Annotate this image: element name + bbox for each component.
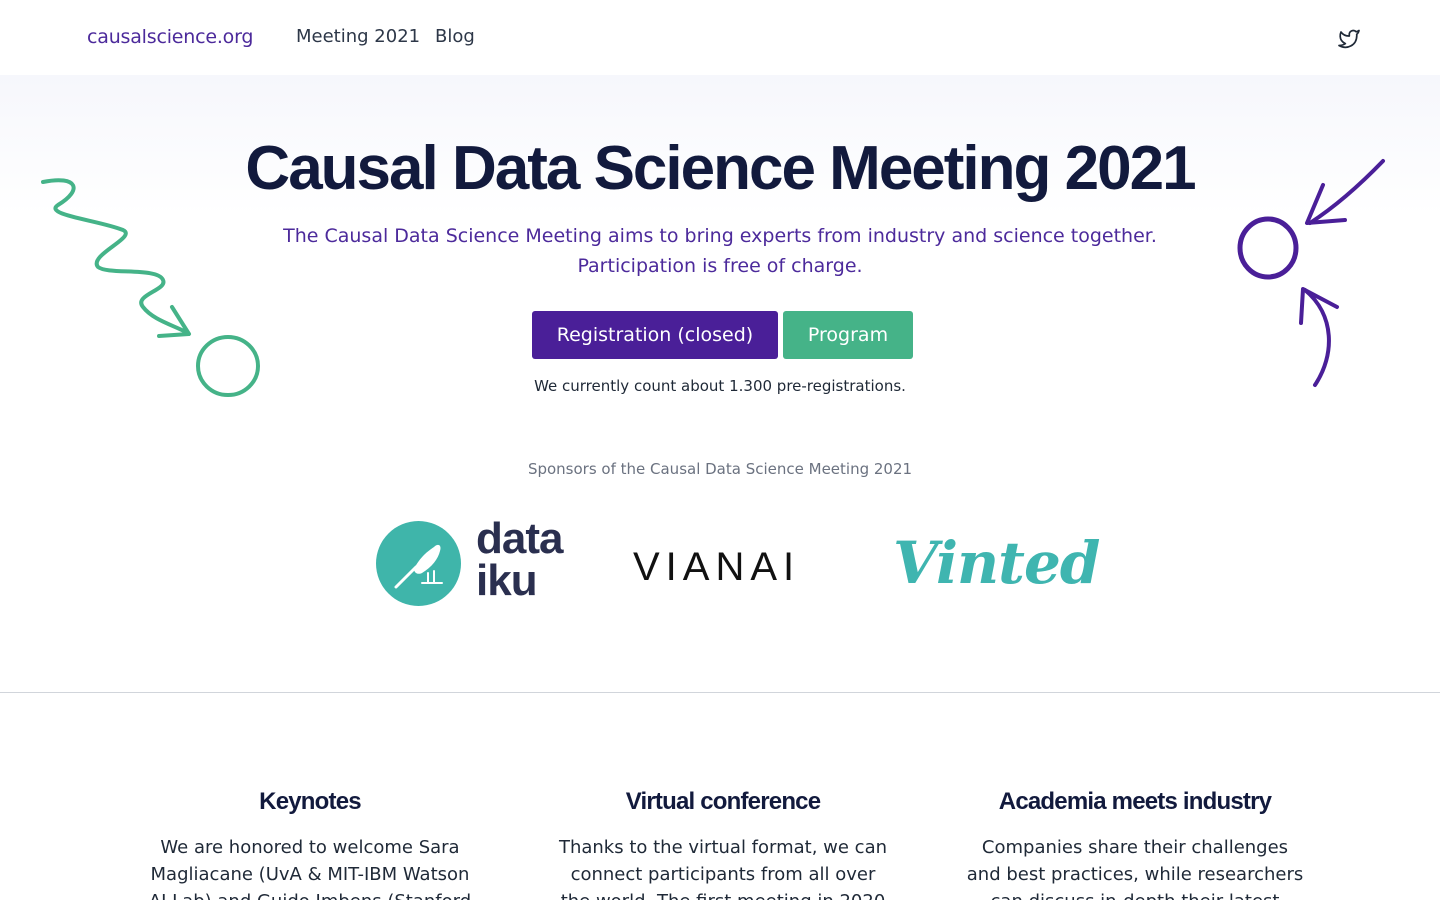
dataiku-logo[interactable]: data iku [376,517,576,608]
nav-link-blog[interactable]: Blog [435,26,475,47]
twitter-bird-icon [1338,29,1360,49]
section-divider [0,692,1440,693]
feature-text: Companies share their challenges and bes… [966,837,1304,900]
feature-title: Keynotes [259,788,361,815]
nav-link-meeting-2021[interactable]: Meeting 2021 [296,26,420,47]
brand-link[interactable]: causalscience.org [87,26,253,48]
feature-virtual-conference: Virtual conference Thanks to the virtual… [553,788,893,900]
dataiku-wordmark: data iku [476,517,563,605]
sponsors-heading: Sponsors of the Causal Data Science Meet… [527,460,913,478]
feature-title: Academia meets industry [998,788,1272,815]
vinted-logo[interactable]: Vinted [893,529,1100,597]
dataiku-wordmark-line-2: iku [476,556,538,605]
vianai-logo[interactable]: VIANAI [633,545,800,590]
feature-title: Virtual conference [625,788,821,815]
hero-subtitle-line-2: Participation is free of charge. [577,255,863,277]
dataiku-bird-icon [376,521,461,606]
registration-button[interactable]: Registration (closed) [532,311,778,359]
hero-section: Causal Data Science Meeting 2021 The Cau… [0,75,1440,693]
feature-text: Thanks to the virtual format, we can con… [558,837,888,900]
top-navbar: causalscience.org Meeting 2021 Blog [0,0,1440,75]
feature-keynotes: Keynotes We are honored to welcome Sara … [140,788,480,900]
feature-academia-industry: Academia meets industry Companies share … [965,788,1305,900]
arrows-to-circle-decoration-icon [1237,159,1385,387]
feature-text: We are honored to welcome Sara Magliacan… [149,837,471,900]
squiggle-arrow-decoration-icon [41,178,260,397]
hero-subtitle-line-1: The Causal Data Science Meeting aims to … [283,225,1157,247]
hero-subtitle: The Causal Data Science Meeting aims to … [270,221,1170,281]
program-button[interactable]: Program [783,311,913,359]
